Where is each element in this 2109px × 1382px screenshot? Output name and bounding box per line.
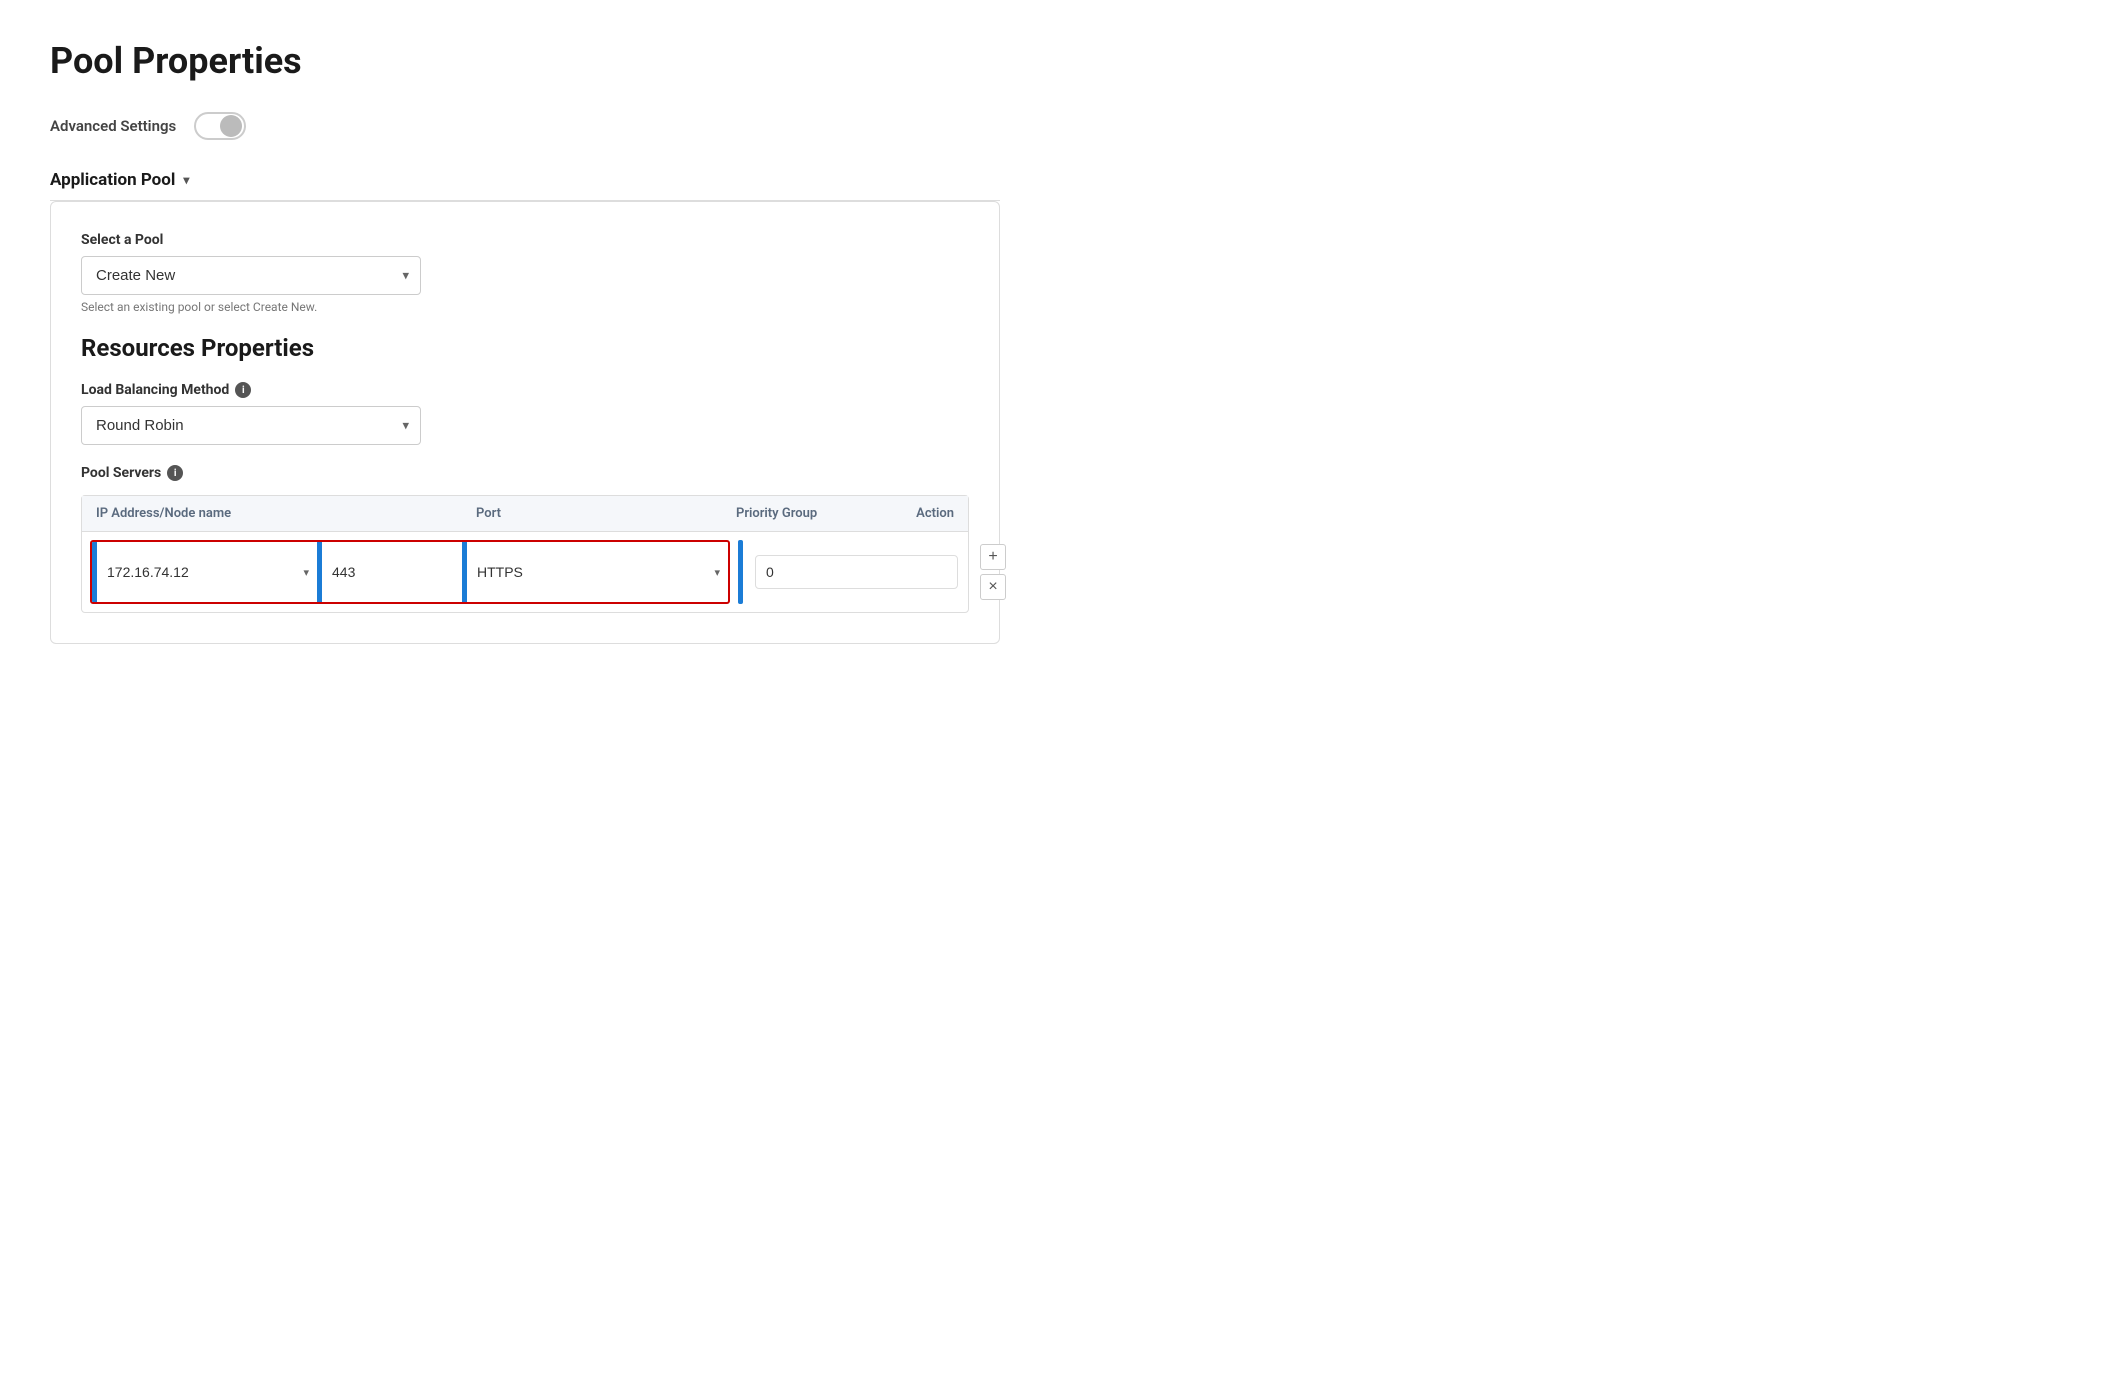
pool-servers-table: IP Address/Node name Port Priority Group… [81, 495, 969, 613]
protocol-cell: HTTPS HTTP TCP ▾ [467, 554, 728, 590]
header-port: Port [462, 496, 722, 531]
protocol-dropdown[interactable]: HTTPS HTTP TCP [467, 554, 728, 590]
load-balancing-label: Load Balancing Method [81, 382, 229, 398]
action-cell: + × [970, 540, 1016, 604]
table-header: IP Address/Node name Port Priority Group… [82, 496, 968, 532]
select-pool-group: Select a Pool Create New Pool1 Pool2 ▾ S… [81, 232, 969, 314]
application-pool-chevron-icon: ▾ [183, 173, 189, 187]
pool-servers-section: Pool Servers i IP Address/Node name Port… [81, 465, 969, 613]
select-pool-wrapper: Create New Pool1 Pool2 ▾ [81, 256, 421, 295]
remove-row-button[interactable]: × [980, 574, 1006, 600]
pool-card: Select a Pool Create New Pool1 Pool2 ▾ S… [50, 201, 1000, 644]
toggle-knob [220, 115, 242, 137]
priority-cell [730, 540, 970, 604]
load-balancing-wrapper: Round Robin Least Connections IP Hash ▾ [81, 406, 421, 445]
application-pool-label: Application Pool [50, 170, 175, 190]
header-action: Action [882, 496, 968, 531]
advanced-settings-row: Advanced Settings [50, 112, 1000, 140]
load-balancing-info-icon[interactable]: i [235, 382, 251, 398]
priority-input[interactable] [755, 555, 958, 589]
load-balancing-group: Load Balancing Method i Round Robin Leas… [81, 382, 969, 445]
pool-servers-info-icon[interactable]: i [167, 465, 183, 481]
pool-servers-label: Pool Servers [81, 465, 161, 481]
add-row-button[interactable]: + [980, 544, 1006, 570]
resources-properties-heading: Resources Properties [81, 334, 969, 362]
header-ip: IP Address/Node name [82, 496, 462, 531]
ip-cell: 172.16.74.12 ▾ [97, 554, 317, 590]
header-priority-group: Priority Group [722, 496, 882, 531]
page-title: Pool Properties [50, 40, 1000, 82]
application-pool-section-header[interactable]: Application Pool ▾ [50, 170, 1000, 201]
select-pool-hint: Select an existing pool or select Create… [81, 300, 969, 314]
priority-blue-bar [738, 540, 743, 604]
port-input[interactable] [322, 554, 462, 590]
ip-port-protocol-group: 172.16.74.12 ▾ HTTPS [90, 540, 730, 604]
select-pool-label: Select a Pool [81, 232, 969, 248]
table-row: 172.16.74.12 ▾ HTTPS [82, 532, 968, 612]
load-balancing-dropdown[interactable]: Round Robin Least Connections IP Hash [81, 406, 421, 445]
port-cell [322, 554, 462, 590]
select-pool-dropdown[interactable]: Create New Pool1 Pool2 [81, 256, 421, 295]
ip-dropdown[interactable]: 172.16.74.12 [97, 554, 317, 590]
advanced-settings-label: Advanced Settings [50, 117, 176, 135]
advanced-settings-toggle[interactable] [194, 112, 246, 140]
